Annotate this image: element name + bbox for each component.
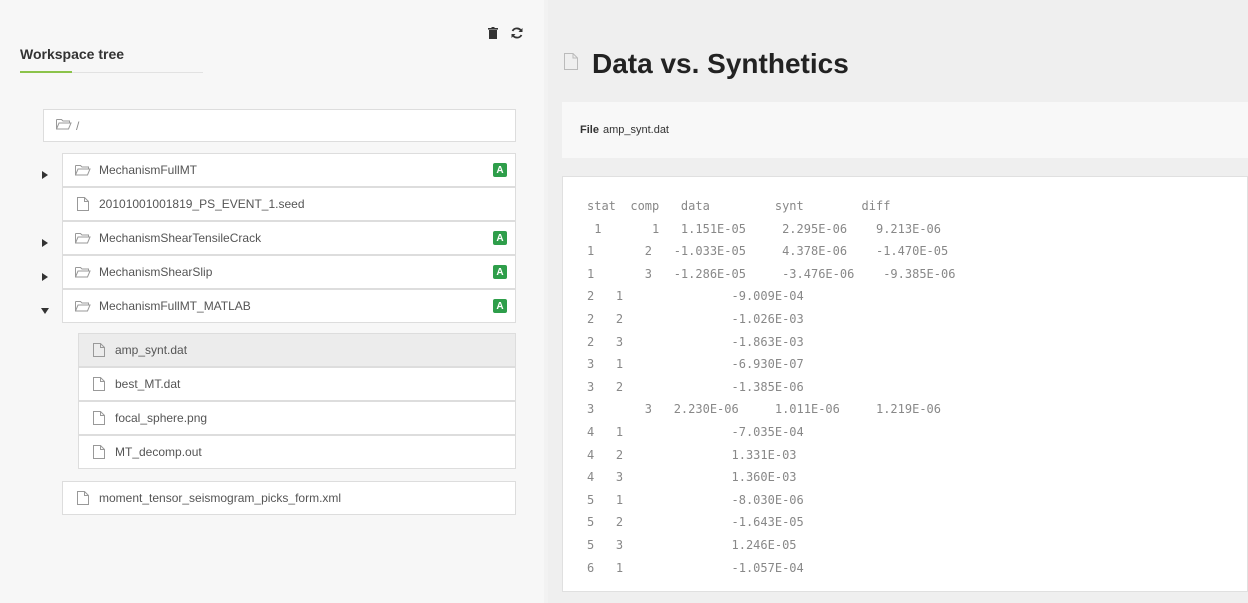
file-icon [75,197,91,211]
file-content-line: 2 3 -1.863E-03 [587,334,804,349]
file-content-line: 3 3 2.230E-06 1.011E-06 1.219E-06 [587,402,942,417]
file-content-line: 5 3 1.246E-05 [587,538,797,552]
file-label: File [580,124,599,136]
status-badge: A [493,265,507,279]
folder-icon [75,266,91,278]
file-icon [91,377,107,391]
root-path: / [76,118,80,133]
file-content-line: 3 2 -1.385E-06 [587,379,804,394]
folder-icon [75,164,91,176]
collapse-caret-icon[interactable] [40,306,50,316]
file-content-line: 5 2 -1.643E-05 [587,515,804,530]
tree-item-mechanismshearslip[interactable]: MechanismShearSlip A [62,255,516,289]
tree-item-label: focal_sphere.png [115,411,208,425]
expand-caret-icon[interactable] [40,272,50,282]
file-content-line: 3 1 -6.930E-07 [587,357,804,372]
folder-icon [75,300,91,312]
file-content-line: 5 1 -8.030E-06 [587,492,804,507]
panel-toolbar [486,26,524,40]
main-content: Data vs. Synthetics File amp_synt.dat st… [548,0,1248,603]
tree-child-focal-sphere[interactable]: focal_sphere.png [78,401,516,435]
file-content-line: 2 1 -9.009E-04 [587,289,804,304]
file-icon [75,491,91,505]
status-badge: A [493,299,507,313]
file-info-bar: File amp_synt.dat [562,102,1248,158]
tree-item-label: MechanismShearSlip [99,265,213,279]
file-content-line: 4 2 1.331E-03 [587,447,797,462]
file-content-line: 4 1 -7.035E-04 [587,425,804,439]
tree-item-mechanismfullmt-matlab[interactable]: MechanismFullMT_MATLAB A [62,289,516,323]
tree-item-label: 20101001001819_PS_EVENT_1.seed [99,197,305,211]
file-content-line: 1 3 -1.286E-05 -3.476E-06 -9.385E-06 [587,266,956,281]
refresh-icon[interactable] [510,26,524,40]
file-content-line: 4 3 1.360E-03 [587,470,797,485]
file-content: stat comp data synt diff 1 1 1.151E-05 2… [562,176,1248,592]
tree-child-mt-decomp[interactable]: MT_decomp.out [78,435,516,469]
trash-icon[interactable] [486,26,500,40]
tree-item-mechanismfullmt[interactable]: MechanismFullMT A [62,153,516,187]
tree-item-label: moment_tensor_seismogram_picks_form.xml [99,491,342,505]
page-title-text: Data vs. Synthetics [592,48,849,79]
tree-item-label: MechanismShearTensileCrack [99,231,262,245]
file-content-line: 1 2 -1.033E-05 4.378E-06 -1.470E-05 [587,244,949,259]
tree-child-amp-synt[interactable]: amp_synt.dat [78,333,516,367]
file-content-line: 6 1 -1.057E-04 [587,560,804,575]
file-content-line: 2 2 -1.026E-03 [587,312,804,326]
page-title: Data vs. Synthetics [564,48,849,80]
tree-child-best-mt[interactable]: best_MT.dat [78,367,516,401]
title-underline [20,71,203,73]
tree-item-label: best_MT.dat [115,377,181,391]
panel-title: Workspace tree [20,46,125,62]
tree-item-seed-file[interactable]: 20101001001819_PS_EVENT_1.seed [62,187,516,221]
folder-icon [75,232,91,244]
file-icon [91,445,107,459]
folder-icon [56,118,72,133]
file-content-line: 1 1 1.151E-05 2.295E-06 9.213E-06 [587,221,942,236]
expand-caret-icon[interactable] [40,238,50,248]
tree-item-label: MechanismFullMT [99,163,198,177]
expand-caret-icon[interactable] [40,170,50,180]
tree-item-picks-form[interactable]: moment_tensor_seismogram_picks_form.xml [62,481,516,515]
title-accent [20,71,72,73]
root-folder-row[interactable]: / [43,109,516,142]
tree-item-label: MT_decomp.out [115,445,202,459]
file-icon [91,343,107,357]
tree-item-mechanismsheartensilecrack[interactable]: MechanismShearTensileCrack A [62,221,516,255]
status-badge: A [493,163,507,177]
tree-item-label: amp_synt.dat [115,343,188,357]
file-name: amp_synt.dat [602,124,669,136]
file-icon [564,53,578,75]
tree-item-label: MechanismFullMT_MATLAB [99,299,251,313]
workspace-panel: Workspace tree / MechanismFullMT A 20101… [0,0,544,603]
file-icon [91,411,107,425]
status-badge: A [493,231,507,245]
file-content-line: stat comp data synt diff [587,199,891,213]
